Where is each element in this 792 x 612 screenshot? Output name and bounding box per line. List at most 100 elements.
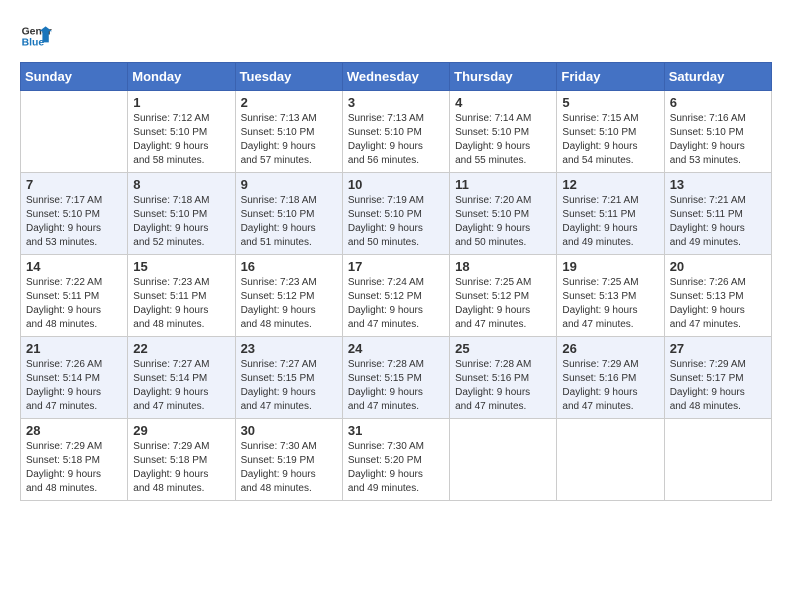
day-number: 11 — [455, 177, 551, 192]
day-info: Sunrise: 7:29 AM Sunset: 5:17 PM Dayligh… — [670, 358, 766, 414]
calendar-cell: 31 Sunrise: 7:30 AM Sunset: 5:20 PM Dayli… — [342, 419, 449, 501]
day-number: 13 — [670, 177, 766, 192]
calendar-table: SundayMondayTuesdayWednesdayThursdayFrid… — [20, 62, 772, 501]
day-number: 6 — [670, 95, 766, 110]
day-info: Sunrise: 7:28 AM Sunset: 5:15 PM Dayligh… — [348, 358, 444, 414]
day-number: 12 — [562, 177, 658, 192]
day-number: 27 — [670, 341, 766, 356]
calendar-cell: 29 Sunrise: 7:29 AM Sunset: 5:18 PM Dayli… — [128, 419, 235, 501]
day-info: Sunrise: 7:25 AM Sunset: 5:12 PM Dayligh… — [455, 276, 551, 332]
calendar-week-row: 21 Sunrise: 7:26 AM Sunset: 5:14 PM Dayli… — [21, 337, 772, 419]
day-number: 9 — [241, 177, 337, 192]
svg-text:Blue: Blue — [22, 38, 45, 49]
calendar-cell: 7 Sunrise: 7:17 AM Sunset: 5:10 PM Daylig… — [21, 173, 128, 255]
calendar-cell: 22Sunrise: 7:27 AM Sunset: 5:14 PM Dayli… — [128, 337, 235, 419]
calendar-cell: 23 Sunrise: 7:27 AM Sunset: 5:15 PM Dayli… — [235, 337, 342, 419]
day-info: Sunrise: 7:29 AM Sunset: 5:16 PM Dayligh… — [562, 358, 658, 414]
day-number: 14 — [26, 259, 122, 274]
day-info: Sunrise: 7:21 AM Sunset: 5:11 PM Dayligh… — [562, 194, 658, 250]
day-info: Sunrise: 7:15 AM Sunset: 5:10 PM Dayligh… — [562, 112, 658, 168]
calendar-cell: 8Sunrise: 7:18 AM Sunset: 5:10 PM Daylig… — [128, 173, 235, 255]
day-number: 29 — [133, 423, 229, 438]
calendar-cell: 19Sunrise: 7:25 AM Sunset: 5:13 PM Dayli… — [557, 255, 664, 337]
day-info: Sunrise: 7:19 AM Sunset: 5:10 PM Dayligh… — [348, 194, 444, 250]
calendar-cell: 10Sunrise: 7:19 AM Sunset: 5:10 PM Dayli… — [342, 173, 449, 255]
day-number: 20 — [670, 259, 766, 274]
day-number: 17 — [348, 259, 444, 274]
calendar-cell — [557, 419, 664, 501]
day-info: Sunrise: 7:14 AM Sunset: 5:10 PM Dayligh… — [455, 112, 551, 168]
day-info: Sunrise: 7:29 AM Sunset: 5:18 PM Dayligh… — [133, 440, 229, 496]
day-number: 5 — [562, 95, 658, 110]
day-info: Sunrise: 7:30 AM Sunset: 5:19 PM Dayligh… — [241, 440, 337, 496]
page-header: General Blue — [20, 20, 772, 52]
day-info: Sunrise: 7:26 AM Sunset: 5:14 PM Dayligh… — [26, 358, 122, 414]
calendar-week-row: 28 Sunrise: 7:29 AM Sunset: 5:18 PM Dayli… — [21, 419, 772, 501]
day-info: Sunrise: 7:27 AM Sunset: 5:14 PM Dayligh… — [133, 358, 229, 414]
day-number: 18 — [455, 259, 551, 274]
day-info: Sunrise: 7:17 AM Sunset: 5:10 PM Dayligh… — [26, 194, 122, 250]
day-number: 16 — [241, 259, 337, 274]
day-number: 3 — [348, 95, 444, 110]
day-info: Sunrise: 7:13 AM Sunset: 5:10 PM Dayligh… — [241, 112, 337, 168]
day-info: Sunrise: 7:28 AM Sunset: 5:16 PM Dayligh… — [455, 358, 551, 414]
day-number: 2 — [241, 95, 337, 110]
weekday-header-tuesday: Tuesday — [235, 63, 342, 91]
calendar-cell: 30Sunrise: 7:30 AM Sunset: 5:19 PM Dayli… — [235, 419, 342, 501]
day-info: Sunrise: 7:16 AM Sunset: 5:10 PM Dayligh… — [670, 112, 766, 168]
weekday-header-row: SundayMondayTuesdayWednesdayThursdayFrid… — [21, 63, 772, 91]
calendar-cell: 6 Sunrise: 7:16 AM Sunset: 5:10 PM Daylig… — [664, 91, 771, 173]
day-number: 26 — [562, 341, 658, 356]
weekday-header-wednesday: Wednesday — [342, 63, 449, 91]
day-number: 25 — [455, 341, 551, 356]
calendar-week-row: 7 Sunrise: 7:17 AM Sunset: 5:10 PM Daylig… — [21, 173, 772, 255]
calendar-cell: 27 Sunrise: 7:29 AM Sunset: 5:17 PM Dayli… — [664, 337, 771, 419]
day-info: Sunrise: 7:18 AM Sunset: 5:10 PM Dayligh… — [133, 194, 229, 250]
calendar-cell: 4Sunrise: 7:14 AM Sunset: 5:10 PM Daylig… — [450, 91, 557, 173]
day-number: 1 — [133, 95, 229, 110]
calendar-cell: 5 Sunrise: 7:15 AM Sunset: 5:10 PM Daylig… — [557, 91, 664, 173]
calendar-cell: 16 Sunrise: 7:23 AM Sunset: 5:12 PM Dayli… — [235, 255, 342, 337]
day-number: 21 — [26, 341, 122, 356]
day-info: Sunrise: 7:20 AM Sunset: 5:10 PM Dayligh… — [455, 194, 551, 250]
calendar-cell: 26 Sunrise: 7:29 AM Sunset: 5:16 PM Dayli… — [557, 337, 664, 419]
weekday-header-monday: Monday — [128, 63, 235, 91]
calendar-cell: 12 Sunrise: 7:21 AM Sunset: 5:11 PM Dayli… — [557, 173, 664, 255]
weekday-header-friday: Friday — [557, 63, 664, 91]
calendar-cell: 20 Sunrise: 7:26 AM Sunset: 5:13 PM Dayli… — [664, 255, 771, 337]
calendar-cell: 24Sunrise: 7:28 AM Sunset: 5:15 PM Dayli… — [342, 337, 449, 419]
day-info: Sunrise: 7:23 AM Sunset: 5:12 PM Dayligh… — [241, 276, 337, 332]
weekday-header-thursday: Thursday — [450, 63, 557, 91]
day-number: 15 — [133, 259, 229, 274]
day-info: Sunrise: 7:29 AM Sunset: 5:18 PM Dayligh… — [26, 440, 122, 496]
calendar-cell: 25 Sunrise: 7:28 AM Sunset: 5:16 PM Dayli… — [450, 337, 557, 419]
day-info: Sunrise: 7:27 AM Sunset: 5:15 PM Dayligh… — [241, 358, 337, 414]
logo: General Blue — [20, 20, 52, 52]
calendar-cell: 1 Sunrise: 7:12 AM Sunset: 5:10 PM Daylig… — [128, 91, 235, 173]
day-info: Sunrise: 7:23 AM Sunset: 5:11 PM Dayligh… — [133, 276, 229, 332]
day-info: Sunrise: 7:30 AM Sunset: 5:20 PM Dayligh… — [348, 440, 444, 496]
day-number: 28 — [26, 423, 122, 438]
day-number: 7 — [26, 177, 122, 192]
calendar-week-row: 14 Sunrise: 7:22 AM Sunset: 5:11 PM Dayli… — [21, 255, 772, 337]
day-number: 23 — [241, 341, 337, 356]
day-info: Sunrise: 7:13 AM Sunset: 5:10 PM Dayligh… — [348, 112, 444, 168]
day-info: Sunrise: 7:21 AM Sunset: 5:11 PM Dayligh… — [670, 194, 766, 250]
calendar-week-row: 1 Sunrise: 7:12 AM Sunset: 5:10 PM Daylig… — [21, 91, 772, 173]
calendar-cell: 3 Sunrise: 7:13 AM Sunset: 5:10 PM Daylig… — [342, 91, 449, 173]
calendar-cell: 18 Sunrise: 7:25 AM Sunset: 5:12 PM Dayli… — [450, 255, 557, 337]
day-number: 31 — [348, 423, 444, 438]
calendar-cell — [664, 419, 771, 501]
day-info: Sunrise: 7:12 AM Sunset: 5:10 PM Dayligh… — [133, 112, 229, 168]
day-info: Sunrise: 7:22 AM Sunset: 5:11 PM Dayligh… — [26, 276, 122, 332]
weekday-header-saturday: Saturday — [664, 63, 771, 91]
calendar-cell: 2 Sunrise: 7:13 AM Sunset: 5:10 PM Daylig… — [235, 91, 342, 173]
day-info: Sunrise: 7:25 AM Sunset: 5:13 PM Dayligh… — [562, 276, 658, 332]
calendar-cell: 28 Sunrise: 7:29 AM Sunset: 5:18 PM Dayli… — [21, 419, 128, 501]
calendar-cell — [450, 419, 557, 501]
day-info: Sunrise: 7:26 AM Sunset: 5:13 PM Dayligh… — [670, 276, 766, 332]
calendar-cell: 11 Sunrise: 7:20 AM Sunset: 5:10 PM Dayli… — [450, 173, 557, 255]
weekday-header-sunday: Sunday — [21, 63, 128, 91]
calendar-cell: 21 Sunrise: 7:26 AM Sunset: 5:14 PM Dayli… — [21, 337, 128, 419]
day-info: Sunrise: 7:24 AM Sunset: 5:12 PM Dayligh… — [348, 276, 444, 332]
